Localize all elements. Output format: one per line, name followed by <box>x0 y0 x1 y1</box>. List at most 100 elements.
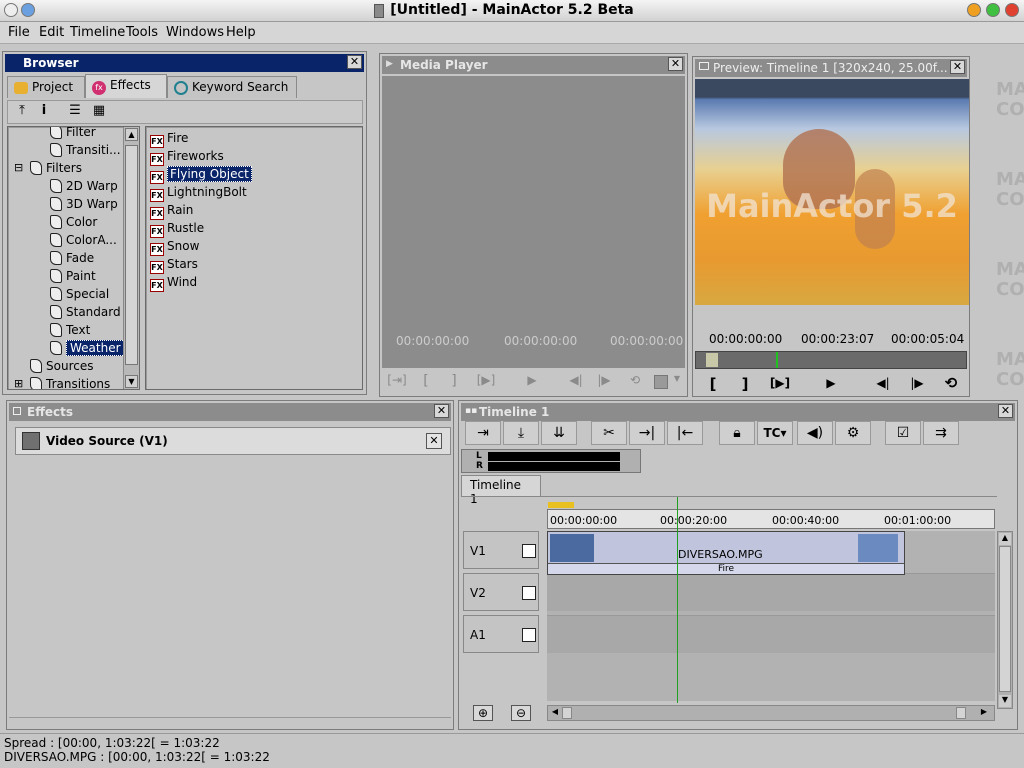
tree-item[interactable]: Fade <box>50 249 94 267</box>
hscroll-thumb-left[interactable] <box>562 707 572 719</box>
tree-item[interactable]: Transiti... <box>50 141 121 159</box>
tree-item[interactable]: 2D Warp <box>50 177 118 195</box>
loop-icon[interactable]: ⟲ <box>941 374 961 392</box>
preview-close-button[interactable]: ✕ <box>950 60 965 74</box>
audio-icon[interactable]: ◀) <box>797 421 833 445</box>
zoom-out-button[interactable]: ⊖ <box>511 705 531 721</box>
close-button[interactable] <box>1005 3 1019 17</box>
track-lane-v2[interactable] <box>547 573 995 611</box>
hscroll-thumb-right[interactable] <box>956 707 966 719</box>
preview-scrubber[interactable] <box>695 351 967 369</box>
effect-item[interactable]: FX Stars <box>150 255 198 274</box>
play-range-icon[interactable]: [▶] <box>474 373 498 387</box>
browser-close-button[interactable]: ✕ <box>347 55 362 69</box>
tree-item[interactable]: ColorA... <box>50 231 117 249</box>
split-icon[interactable]: ✂ <box>591 421 627 445</box>
tab-keyword-search[interactable]: Keyword Search <box>167 76 297 98</box>
mark-in-icon[interactable]: [ <box>418 373 434 389</box>
step-forward-icon[interactable]: |▶ <box>594 373 614 387</box>
effect-item[interactable]: FX Rain <box>150 201 193 220</box>
tree-item[interactable]: ⊟ Filters <box>14 159 82 177</box>
menu-help[interactable]: Help <box>226 25 256 40</box>
goto-start-icon[interactable]: |← <box>667 421 703 445</box>
scrub-handle[interactable] <box>706 353 718 367</box>
track-header-v2[interactable]: V2 <box>463 573 539 611</box>
play-icon[interactable]: ▶ <box>823 376 839 390</box>
timeline-close-button[interactable]: ✕ <box>998 404 1013 418</box>
remove-effect-icon[interactable]: ✕ <box>426 433 442 449</box>
tree-expander-icon[interactable]: ⊞ <box>14 375 23 389</box>
scroll-right-icon[interactable]: ▶ <box>978 707 990 719</box>
effect-item[interactable]: FX Snow <box>150 237 199 256</box>
menu-timeline[interactable]: Timeline <box>70 25 125 40</box>
tree-item[interactable]: Color <box>50 213 97 231</box>
media-scrubber[interactable] <box>382 352 685 368</box>
mark-in-icon[interactable]: [ <box>705 375 721 393</box>
tree-item[interactable]: Paint <box>50 267 96 285</box>
tree-item[interactable]: Text <box>50 321 90 339</box>
effects-panel-close-button[interactable]: ✕ <box>434 404 449 418</box>
track-toggle-icon[interactable] <box>522 628 536 642</box>
track-toggle-icon[interactable] <box>522 586 536 600</box>
maximize-button[interactable] <box>986 3 1000 17</box>
play-range-icon[interactable]: [▶] <box>767 376 793 390</box>
tree-scrollbar[interactable]: ▲ ▼ <box>123 127 139 389</box>
folder-up-icon[interactable]: ⤒ <box>12 103 32 121</box>
effect-item[interactable]: FX Flying Object <box>150 165 252 184</box>
tree-item[interactable]: 3D Warp <box>50 195 118 213</box>
step-back-icon[interactable]: ◀| <box>566 373 586 387</box>
scroll-down-icon[interactable]: ▼ <box>125 375 138 388</box>
step-forward-icon[interactable]: |▶ <box>907 376 927 390</box>
tree-item[interactable]: Sources <box>30 357 93 375</box>
scroll-up-icon[interactable]: ▲ <box>999 533 1011 545</box>
tab-project[interactable]: Project <box>7 76 85 98</box>
play-icon[interactable]: ▶ <box>524 373 540 387</box>
insert-clip-icon[interactable]: ⇥ <box>465 421 501 445</box>
vscroll-thumb[interactable] <box>999 546 1011 692</box>
media-player-close-button[interactable]: ✕ <box>668 57 683 71</box>
minimize-button[interactable] <box>967 3 981 17</box>
effect-item[interactable]: FX Fire <box>150 129 188 148</box>
timeline-vscrollbar[interactable]: ▲ ▼ <box>997 531 1013 709</box>
render-check-icon[interactable]: ☑ <box>885 421 921 445</box>
tree-item[interactable]: Weather <box>50 339 125 357</box>
replace-clip-icon[interactable]: ⇊ <box>541 421 577 445</box>
grid-view-icon[interactable]: ▦ <box>90 103 108 121</box>
goto-end-icon[interactable]: →| <box>629 421 665 445</box>
info-icon[interactable]: i <box>36 103 52 121</box>
timecode-button[interactable]: TC▾ <box>757 421 793 445</box>
tree-scroll-thumb[interactable] <box>125 145 138 365</box>
step-back-icon[interactable]: ◀| <box>873 376 893 390</box>
zoom-in-button[interactable]: ⊕ <box>473 705 493 721</box>
menu-edit[interactable]: Edit <box>39 25 64 40</box>
tab-timeline-1[interactable]: Timeline 1 <box>461 475 541 506</box>
effect-item[interactable]: FX LightningBolt <box>150 183 247 202</box>
mark-out-icon[interactable]: ] <box>737 375 753 393</box>
menu-file[interactable]: File <box>8 25 30 40</box>
list-view-icon[interactable]: ☰ <box>66 103 84 121</box>
tree-item[interactable]: Standard <box>50 303 121 321</box>
video-source-row[interactable]: Video Source (V1) ✕ <box>15 427 451 455</box>
tab-effects[interactable]: fx Effects <box>85 74 167 98</box>
tree-item[interactable]: ⊞ Transitions <box>14 375 110 389</box>
loop-icon[interactable]: ⟲ <box>626 373 644 387</box>
stop-menu-icon[interactable]: ▼ <box>672 374 682 383</box>
scroll-down-icon[interactable]: ▼ <box>999 695 1011 707</box>
scroll-left-icon[interactable]: ◀ <box>549 707 561 719</box>
mark-out-icon[interactable]: ] <box>446 373 462 389</box>
settings-icon[interactable]: ⚙ <box>835 421 871 445</box>
insert-icon[interactable]: [⇥] <box>386 373 408 387</box>
effect-item[interactable]: FX Rustle <box>150 219 204 238</box>
clip-diversao[interactable]: DIVERSAO.MPG Fire <box>547 531 905 575</box>
tree-item[interactable]: Special <box>50 285 109 303</box>
menu-windows[interactable]: Windows <box>166 25 224 40</box>
export-icon[interactable]: ⇉ <box>923 421 959 445</box>
tree-item[interactable]: Filter <box>50 127 96 141</box>
track-toggle-icon[interactable] <box>522 544 536 558</box>
time-ruler[interactable]: 00:00:00:00 00:00:20:00 00:00:40:00 00:0… <box>547 502 995 529</box>
scroll-up-icon[interactable]: ▲ <box>125 128 138 141</box>
timeline-playhead[interactable] <box>677 497 678 703</box>
track-lane-a1[interactable] <box>547 615 995 653</box>
work-area-marker[interactable] <box>548 502 574 508</box>
effect-item[interactable]: FX Fireworks <box>150 147 224 166</box>
